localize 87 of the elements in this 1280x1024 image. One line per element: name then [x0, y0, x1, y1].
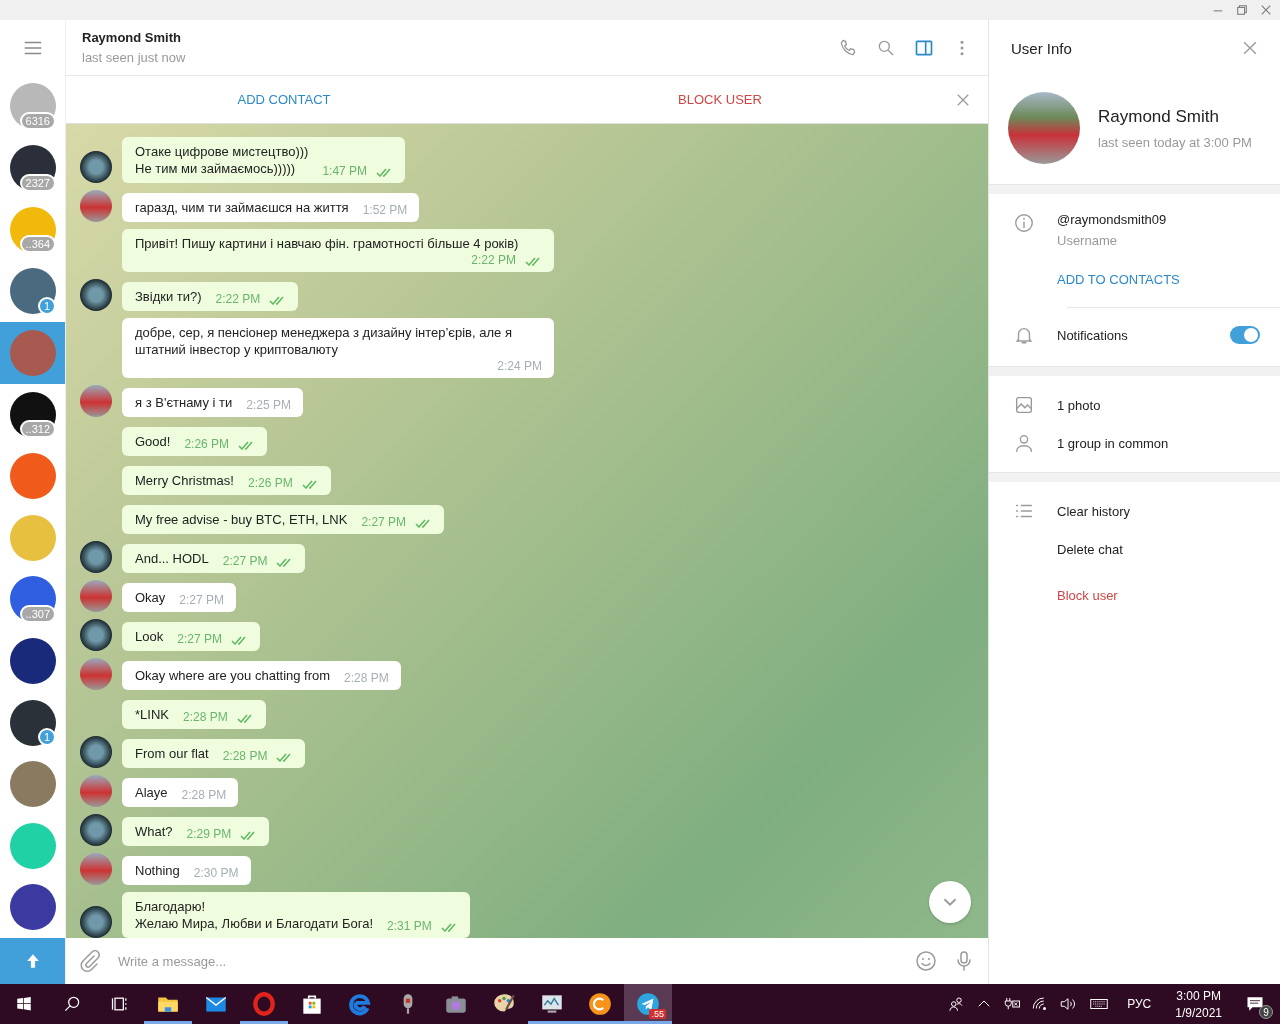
- message-time: 2:27 PM: [222, 553, 268, 570]
- message-time: 2:27 PM: [177, 631, 222, 648]
- notifications-toggle[interactable]: [1230, 326, 1260, 344]
- close-icon[interactable]: [1260, 4, 1272, 16]
- unread-badge: ..312: [19, 420, 56, 439]
- clock-time: 3:00 PM: [1176, 988, 1221, 1003]
- message-text: Alaye: [135, 784, 168, 801]
- panel-title: User Info: [1011, 39, 1072, 57]
- emoji-icon[interactable]: [914, 949, 938, 973]
- chat-list-item[interactable]: ..364: [0, 198, 65, 261]
- language-button[interactable]: РУС: [1121, 997, 1158, 1011]
- message-text: Звідки ти?): [135, 288, 202, 305]
- search-icon: [62, 994, 82, 1014]
- message-time: 2:22 PM: [471, 252, 516, 269]
- chat-list-item[interactable]: 6316: [0, 75, 65, 138]
- username-label: Username: [1057, 233, 1118, 248]
- image-icon: [1013, 394, 1035, 416]
- contact-status: last seen just now: [82, 50, 187, 65]
- browser-icon: [347, 991, 373, 1017]
- message-text: Okay: [135, 589, 166, 606]
- add-contact-button[interactable]: ADD CONTACT: [66, 92, 502, 107]
- message-time: 2:27 PM: [179, 592, 225, 609]
- chat-list-item[interactable]: 1: [0, 691, 65, 754]
- chat-list-item[interactable]: 1: [0, 260, 65, 323]
- notifications-label: Notifications: [1057, 327, 1129, 343]
- block-user-button[interactable]: BLOCK USER: [502, 92, 938, 107]
- chat-list-item[interactable]: ..307: [0, 568, 65, 631]
- message-text: *LINK: [135, 706, 169, 723]
- coin-icon: [587, 991, 613, 1017]
- unread-badge: ..364: [19, 235, 56, 254]
- ring-icon: [251, 991, 277, 1017]
- message-time: 2:28 PM: [182, 709, 228, 726]
- message-text: From our flat: [135, 745, 209, 762]
- phone-icon[interactable]: [838, 37, 858, 58]
- message-time: 2:26 PM: [247, 475, 293, 492]
- message-text: Look: [135, 628, 164, 645]
- contact-name: Raymond Smith: [82, 30, 182, 45]
- message-text: And... HODL: [135, 550, 209, 567]
- windows-icon: [15, 995, 33, 1013]
- message-text: Отаке цифрове мистецтво))) Не тим ми займаємось))))): [135, 143, 309, 177]
- message-text: My free advise - buy BTC, ETH, LNK: [135, 511, 348, 528]
- paperclip-icon[interactable]: [78, 949, 102, 973]
- message-time: 2:24 PM: [497, 358, 542, 375]
- message-time: 1:52 PM: [362, 202, 408, 219]
- person-icon: [1013, 432, 1035, 454]
- chat-action-item[interactable]: Block user: [989, 576, 1280, 614]
- message-text: Okay where are you chatting from: [135, 667, 331, 684]
- unread-badge: 6316: [19, 112, 56, 131]
- message-time: 2:28 PM: [222, 748, 268, 765]
- message-time: 1:47 PM: [322, 163, 368, 180]
- message-time: 2:26 PM: [184, 436, 230, 453]
- chat-action-item[interactable]: Delete chat: [989, 530, 1280, 568]
- app-badge: .55: [649, 1009, 666, 1019]
- message-text: Благодарю! Желаю Мира, Любви и Благодати Бога!: [135, 898, 373, 932]
- message-time: 2:22 PM: [215, 291, 261, 308]
- message-time: 2:28 PM: [344, 670, 389, 687]
- username: @raymondsmith09: [1057, 212, 1168, 227]
- add-to-contacts-link[interactable]: ADD TO CONTACTS: [1057, 272, 1180, 287]
- unread-badge: ..307: [19, 605, 56, 624]
- message-time: 2:30 PM: [193, 865, 239, 882]
- taskbar-app-button[interactable]: .55: [624, 984, 672, 1024]
- message-text: добре, сер, я пенсіонер менеджера з дизайну інтер’єрів, але я штатний інвестор у криптовалюту: [135, 324, 513, 358]
- message-text: гаразд, чим ти займаєшся на життя: [135, 199, 349, 216]
- message-time: 2:28 PM: [181, 787, 227, 804]
- message-time: 2:31 PM: [387, 918, 432, 935]
- profile-name: Raymond Smith: [1098, 106, 1220, 127]
- message-text: я з В'єтнаму і ти: [135, 394, 233, 411]
- message-time: 2:29 PM: [186, 826, 232, 843]
- info-icon: [1013, 212, 1035, 234]
- chat-action-item[interactable]: Clear history: [989, 492, 1280, 530]
- info-list-item[interactable]: 1 group in common: [989, 424, 1280, 462]
- message-text: Привіт! Пишу картини і навчаю фін. грамотності більше 4 років): [135, 235, 519, 252]
- chat-list-item[interactable]: 2327: [0, 137, 65, 199]
- chat-list-item[interactable]: ..312: [0, 383, 65, 446]
- notification-center-button[interactable]: 9: [1240, 989, 1270, 1019]
- message-time: 2:27 PM: [361, 514, 407, 531]
- notification-count: 9: [1259, 1005, 1273, 1019]
- info-list-item[interactable]: 1 photo: [989, 386, 1280, 424]
- message-text: What?: [135, 823, 173, 840]
- message-text: Good!: [135, 433, 171, 450]
- clock-date: 1/9/2021: [1175, 1005, 1222, 1020]
- restore-icon[interactable]: [1236, 4, 1248, 16]
- message-text: Nothing: [135, 862, 180, 879]
- profile-status: last seen today at 3:00 PM: [1098, 134, 1252, 150]
- volume-icon[interactable]: [1059, 995, 1078, 1013]
- message-text: Merry Christmas!: [135, 472, 234, 489]
- message-time: 2:25 PM: [246, 397, 291, 414]
